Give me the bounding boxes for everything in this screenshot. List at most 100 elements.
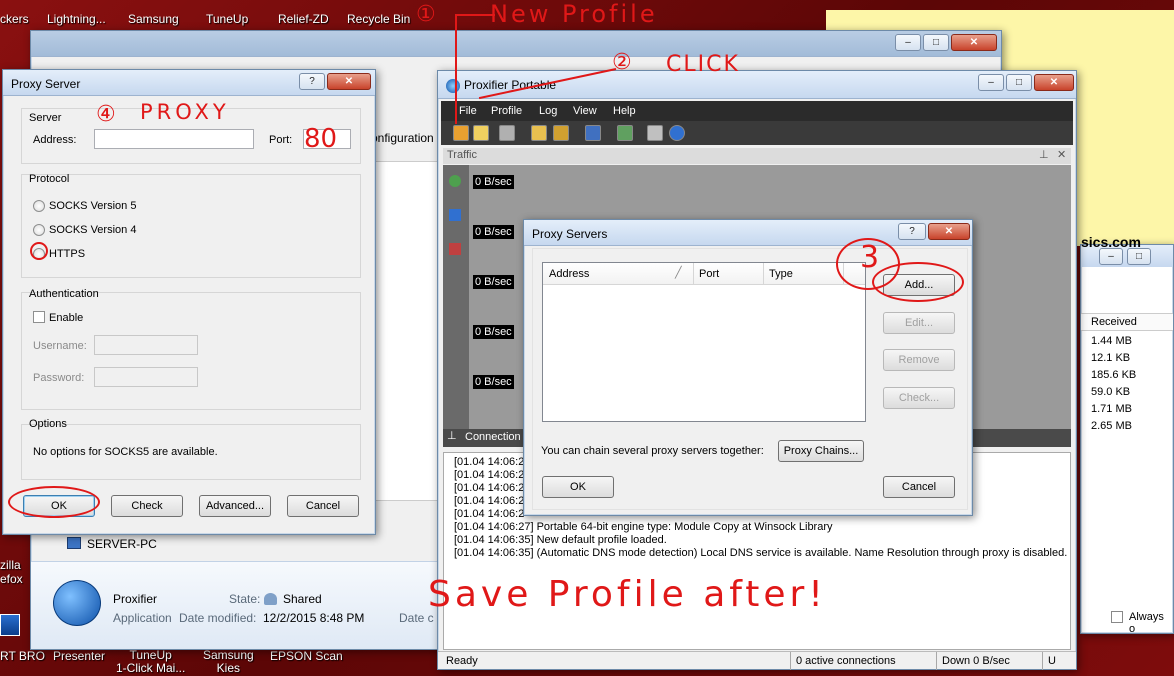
desktop-icon-label: Lightning... bbox=[47, 12, 106, 26]
refresh-icon[interactable] bbox=[449, 175, 461, 187]
check-button[interactable]: Check bbox=[111, 495, 183, 517]
address-input[interactable] bbox=[94, 129, 254, 149]
address-label: Address: bbox=[33, 134, 77, 146]
proxy-list[interactable]: Address ╱ Port Type bbox=[542, 262, 866, 422]
menu-log[interactable]: Log bbox=[539, 105, 557, 117]
save-icon[interactable] bbox=[585, 125, 601, 141]
annotation-line bbox=[455, 14, 457, 124]
desktop-icon-samsung[interactable]: Samsung bbox=[128, 12, 179, 26]
https-label: HTTPS bbox=[49, 248, 86, 260]
socks4-radio[interactable] bbox=[33, 224, 45, 236]
proxy-list-header: Address ╱ Port Type bbox=[543, 263, 865, 285]
always-checkbox[interactable] bbox=[1111, 611, 1123, 623]
proxy-servers-icon[interactable] bbox=[499, 125, 515, 141]
traffic-rate-label: 0 B/sec bbox=[473, 275, 514, 289]
close-icon[interactable]: ✕ bbox=[951, 34, 997, 51]
close-icon[interactable]: ✕ bbox=[928, 223, 970, 240]
log-icon[interactable] bbox=[617, 125, 633, 141]
annotation-circle bbox=[872, 262, 964, 302]
column-port[interactable]: Port bbox=[699, 268, 719, 280]
traffic-gridline bbox=[473, 182, 1067, 183]
received-header-cell[interactable]: Received bbox=[1081, 313, 1173, 331]
minimize-icon[interactable]: – bbox=[978, 74, 1004, 91]
desktop-icon-label: TuneUp bbox=[206, 12, 249, 26]
desktop-background: ckers Lightning... Samsung TuneUp Relief… bbox=[0, 0, 1174, 676]
traffic-title: Traffic bbox=[447, 149, 477, 161]
desktop-icon-rt-bro[interactable]: RT BRO bbox=[0, 649, 45, 663]
username-input[interactable] bbox=[94, 335, 198, 355]
menu-profile[interactable]: Profile bbox=[491, 105, 522, 117]
desktop-icon-recycle-bin[interactable]: Recycle Bin bbox=[347, 12, 410, 26]
file-type: Application bbox=[113, 611, 172, 625]
remove-proxy-button[interactable]: Remove bbox=[883, 349, 955, 371]
menu-help[interactable]: Help bbox=[613, 105, 636, 117]
maximize-icon[interactable]: □ bbox=[1127, 248, 1151, 265]
help-icon[interactable] bbox=[669, 125, 685, 141]
ok-button[interactable]: OK bbox=[542, 476, 614, 498]
enable-auth-checkbox[interactable] bbox=[33, 311, 45, 323]
help-icon[interactable]: ? bbox=[299, 73, 325, 90]
clear-icon[interactable] bbox=[449, 243, 461, 255]
desktop-icon-label: Samsung Kies bbox=[203, 648, 254, 675]
maximize-icon[interactable]: □ bbox=[1006, 74, 1032, 91]
new-profile-icon[interactable] bbox=[453, 125, 469, 141]
log-row: [01.04 14:06:2 bbox=[454, 508, 525, 520]
annotation-click: CLICK bbox=[666, 52, 740, 77]
smart-app-icon[interactable] bbox=[0, 614, 20, 636]
password-input[interactable] bbox=[94, 367, 198, 387]
advanced-button[interactable]: Advanced... bbox=[199, 495, 271, 517]
desktop-icon-label: efox bbox=[0, 572, 23, 586]
column-divider bbox=[763, 263, 764, 285]
annotation-circle bbox=[30, 242, 48, 260]
desktop-icon-presenter[interactable]: Presenter bbox=[53, 649, 105, 663]
received-value: 1.71 MB bbox=[1091, 403, 1132, 415]
always-label: Always o bbox=[1129, 611, 1164, 635]
server-item[interactable]: SERVER-PC bbox=[87, 537, 157, 551]
log-row: [01.04 14:06:27] Portable 64-bit engine … bbox=[454, 521, 833, 533]
close-pane-icon[interactable]: ✕ bbox=[1057, 148, 1066, 161]
minimize-icon[interactable]: – bbox=[895, 34, 921, 51]
open-profile-icon[interactable] bbox=[473, 125, 489, 141]
menu-file[interactable]: File bbox=[459, 105, 477, 117]
annotation-step-4: ④ bbox=[96, 102, 116, 127]
desktop-icon-ckers[interactable]: ckers bbox=[0, 12, 29, 26]
help-icon[interactable]: ? bbox=[898, 223, 926, 240]
annotation-new-profile: New Profile bbox=[490, 0, 658, 28]
traffic-rate-label: 0 B/sec bbox=[473, 325, 514, 339]
name-resolution-icon[interactable] bbox=[553, 125, 569, 141]
desktop-icon-firefox-fragment[interactable]: zilla efox bbox=[0, 558, 23, 586]
log-row: [01.04 14:06:2 bbox=[454, 495, 525, 507]
received-value: 59.0 KB bbox=[1091, 386, 1131, 398]
desktop-icon-lightning[interactable]: Lightning... bbox=[47, 12, 106, 26]
column-address[interactable]: Address bbox=[549, 268, 589, 280]
desktop-icon-tuneup-1click[interactable]: TuneUp 1-Click Mai... bbox=[116, 649, 185, 675]
edit-proxy-button[interactable]: Edit... bbox=[883, 312, 955, 334]
download-icon[interactable] bbox=[449, 209, 461, 221]
rules-icon[interactable] bbox=[531, 125, 547, 141]
maximize-icon[interactable]: □ bbox=[923, 34, 949, 51]
right-window: – □ Received 1.44 MB 12.1 KB 185.6 KB 59.0 … bbox=[1080, 244, 1174, 635]
minimize-icon[interactable]: – bbox=[1099, 248, 1123, 265]
cancel-button[interactable]: Cancel bbox=[883, 476, 955, 498]
breadcrumb-fragment: onfiguration bbox=[371, 131, 434, 145]
desktop-icon-tuneup[interactable]: TuneUp bbox=[206, 12, 248, 26]
pin-icon[interactable]: ⊥ bbox=[1039, 148, 1049, 161]
column-type[interactable]: Type bbox=[769, 268, 793, 280]
cancel-button[interactable]: Cancel bbox=[287, 495, 359, 517]
desktop-icon-epson-scan[interactable]: EPSON Scan bbox=[270, 649, 343, 663]
traffic-rate-label: 0 B/sec bbox=[473, 175, 514, 189]
authentication-group-label: Authentication bbox=[29, 288, 99, 300]
desktop-icon-label: TuneUp 1-Click Mai... bbox=[116, 648, 186, 675]
log-row: [01.04 14:06:2 bbox=[454, 482, 525, 494]
close-icon[interactable]: ✕ bbox=[1034, 74, 1074, 91]
menu-view[interactable]: View bbox=[573, 105, 597, 117]
desktop-icon-label: RT BRO bbox=[0, 649, 45, 663]
proxy-chains-button[interactable]: Proxy Chains... bbox=[778, 440, 864, 462]
close-icon[interactable]: ✕ bbox=[327, 73, 371, 90]
desktop-icon-samsung-kies[interactable]: Samsung Kies bbox=[203, 649, 254, 675]
options-text: No options for SOCKS5 are available. bbox=[33, 446, 218, 458]
socks5-radio[interactable] bbox=[33, 200, 45, 212]
check-proxy-button[interactable]: Check... bbox=[883, 387, 955, 409]
print-icon[interactable] bbox=[647, 125, 663, 141]
desktop-icon-relief-zd[interactable]: Relief-ZD bbox=[278, 12, 329, 26]
